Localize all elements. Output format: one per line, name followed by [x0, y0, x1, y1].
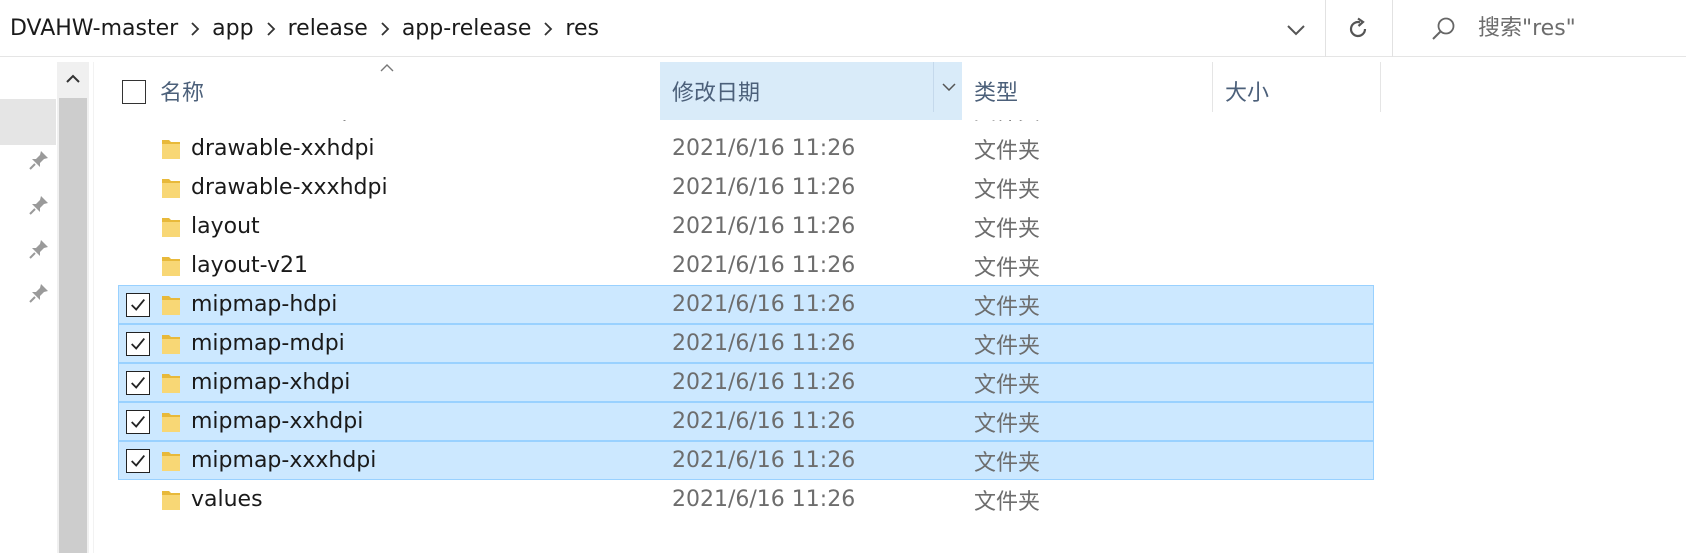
pin-icon[interactable] — [26, 192, 52, 218]
address-history-dropdown-button[interactable] — [1278, 12, 1314, 48]
column-separator[interactable] — [1380, 62, 1381, 112]
file-date: 2021/6/16 11:26 — [672, 175, 856, 200]
file-date: 2021/6/16 11:26 — [672, 136, 856, 161]
file-type: 文件夹 — [974, 177, 1041, 203]
breadcrumb: DVAHW-master app release app-release res — [10, 0, 599, 57]
table-row[interactable]: mipmap-xxxhdpi 2021/6/16 11:26 文件夹 — [96, 441, 1686, 480]
file-date: 2021/6/16 11:26 — [672, 292, 856, 317]
breadcrumb-item-res[interactable]: res — [565, 14, 599, 43]
file-type: 文件夹 — [974, 216, 1041, 242]
folder-icon — [160, 215, 182, 239]
file-type: 文件夹 — [974, 450, 1041, 476]
file-name[interactable]: mipmap-xhdpi — [191, 363, 350, 402]
row-checkbox[interactable] — [126, 332, 150, 356]
file-name[interactable]: layout-v21 — [191, 246, 308, 285]
search-input[interactable] — [1478, 16, 1678, 41]
folder-icon — [160, 293, 182, 317]
pin-icon[interactable] — [26, 147, 52, 173]
refresh-button[interactable] — [1330, 0, 1386, 57]
file-date: 2021/6/16 11:26 — [672, 370, 856, 395]
table-row[interactable]: layout 2021/6/16 11:26 文件夹 — [96, 207, 1686, 246]
file-list-rows: drawable-xhdpi2021/6/16 11:26文件夹drawable… — [96, 90, 1686, 519]
file-type: 文件夹 — [974, 489, 1041, 515]
table-row[interactable]: mipmap-hdpi 2021/6/16 11:26 文件夹 — [96, 285, 1686, 324]
file-list: drawable-xhdpi2021/6/16 11:26文件夹drawable… — [96, 62, 1686, 553]
divider — [1325, 0, 1326, 57]
folder-icon — [160, 410, 182, 434]
table-row[interactable]: mipmap-xhdpi 2021/6/16 11:26 文件夹 — [96, 363, 1686, 402]
file-date: 2021/6/16 11:26 — [672, 253, 856, 278]
scrollbar-thumb[interactable] — [59, 98, 87, 553]
file-date: 2021/6/16 11:26 — [672, 448, 856, 473]
navigation-pane — [0, 62, 96, 553]
column-header-size[interactable]: 大小 — [1213, 62, 1381, 120]
folder-icon — [160, 488, 182, 512]
file-type: 文件夹 — [974, 333, 1041, 359]
row-checkbox[interactable] — [126, 449, 150, 473]
table-row[interactable]: values 2021/6/16 11:26 文件夹 — [96, 480, 1686, 519]
file-date: 2021/6/16 11:26 — [672, 331, 856, 356]
folder-icon — [160, 332, 182, 356]
file-type: 文件夹 — [974, 372, 1041, 398]
refresh-icon — [1349, 17, 1367, 37]
column-header: 名称 修改日期 类型 大小 — [96, 62, 1686, 120]
table-row[interactable]: mipmap-mdpi 2021/6/16 11:26 文件夹 — [96, 324, 1686, 363]
file-name[interactable]: drawable-xxxhdpi — [191, 168, 388, 207]
file-type: 文件夹 — [974, 138, 1041, 164]
search-icon — [1424, 9, 1464, 49]
column-header-date[interactable]: 修改日期 — [660, 62, 962, 120]
file-name[interactable]: mipmap-mdpi — [191, 324, 345, 363]
file-type: 文件夹 — [974, 294, 1041, 320]
file-type: 文件夹 — [974, 255, 1041, 281]
table-row[interactable]: drawable-xxhdpi 2021/6/16 11:26 文件夹 — [96, 129, 1686, 168]
file-date: 2021/6/16 11:26 — [672, 409, 856, 434]
row-checkbox[interactable] — [126, 293, 150, 317]
file-name[interactable]: mipmap-xxxhdpi — [191, 441, 376, 480]
file-date: 2021/6/16 11:26 — [672, 487, 856, 512]
address-bar: DVAHW-master app release app-release res — [0, 0, 1686, 57]
file-name[interactable]: mipmap-hdpi — [191, 285, 337, 324]
table-row[interactable]: mipmap-xxhdpi 2021/6/16 11:26 文件夹 — [96, 402, 1686, 441]
file-type: 文件夹 — [974, 411, 1041, 437]
folder-icon — [160, 137, 182, 161]
chevron-down-icon — [1287, 25, 1305, 36]
pin-icon[interactable] — [26, 236, 52, 262]
file-name[interactable]: values — [191, 480, 263, 519]
chevron-right-icon[interactable] — [178, 17, 212, 41]
folder-icon — [160, 371, 182, 395]
chevron-right-icon[interactable] — [531, 17, 565, 41]
chevron-right-icon[interactable] — [368, 17, 402, 41]
folder-icon — [160, 449, 182, 473]
select-all-checkbox[interactable] — [122, 80, 146, 104]
search-box[interactable] — [1400, 0, 1686, 57]
nav-selected-item[interactable] — [0, 99, 56, 145]
breadcrumb-item-app[interactable]: app — [212, 14, 253, 43]
breadcrumb-item-dvahw-master[interactable]: DVAHW-master — [10, 14, 178, 43]
row-checkbox[interactable] — [126, 410, 150, 434]
divider — [93, 62, 94, 553]
file-name[interactable]: mipmap-xxhdpi — [191, 402, 363, 441]
pin-icon[interactable] — [26, 280, 52, 306]
folder-icon — [160, 176, 182, 200]
column-filter-dropdown[interactable] — [933, 62, 963, 112]
table-row[interactable]: layout-v21 2021/6/16 11:26 文件夹 — [96, 246, 1686, 285]
table-row[interactable]: drawable-xxxhdpi 2021/6/16 11:26 文件夹 — [96, 168, 1686, 207]
chevron-down-icon — [941, 83, 956, 91]
file-name[interactable]: drawable-xxhdpi — [191, 129, 375, 168]
file-date: 2021/6/16 11:26 — [672, 214, 856, 239]
chevron-right-icon[interactable] — [254, 17, 288, 41]
divider — [1392, 0, 1393, 57]
column-header-name[interactable]: 名称 — [148, 62, 708, 120]
file-name[interactable]: layout — [191, 207, 260, 246]
row-checkbox[interactable] — [126, 371, 150, 395]
column-separator[interactable] — [1212, 62, 1213, 112]
folder-icon — [160, 254, 182, 278]
scroll-up-arrow-icon[interactable] — [57, 62, 89, 96]
breadcrumb-item-app-release[interactable]: app-release — [402, 14, 532, 43]
breadcrumb-item-release[interactable]: release — [288, 14, 368, 43]
column-header-type[interactable]: 类型 — [962, 62, 1212, 120]
navigation-scrollbar[interactable] — [57, 62, 89, 553]
